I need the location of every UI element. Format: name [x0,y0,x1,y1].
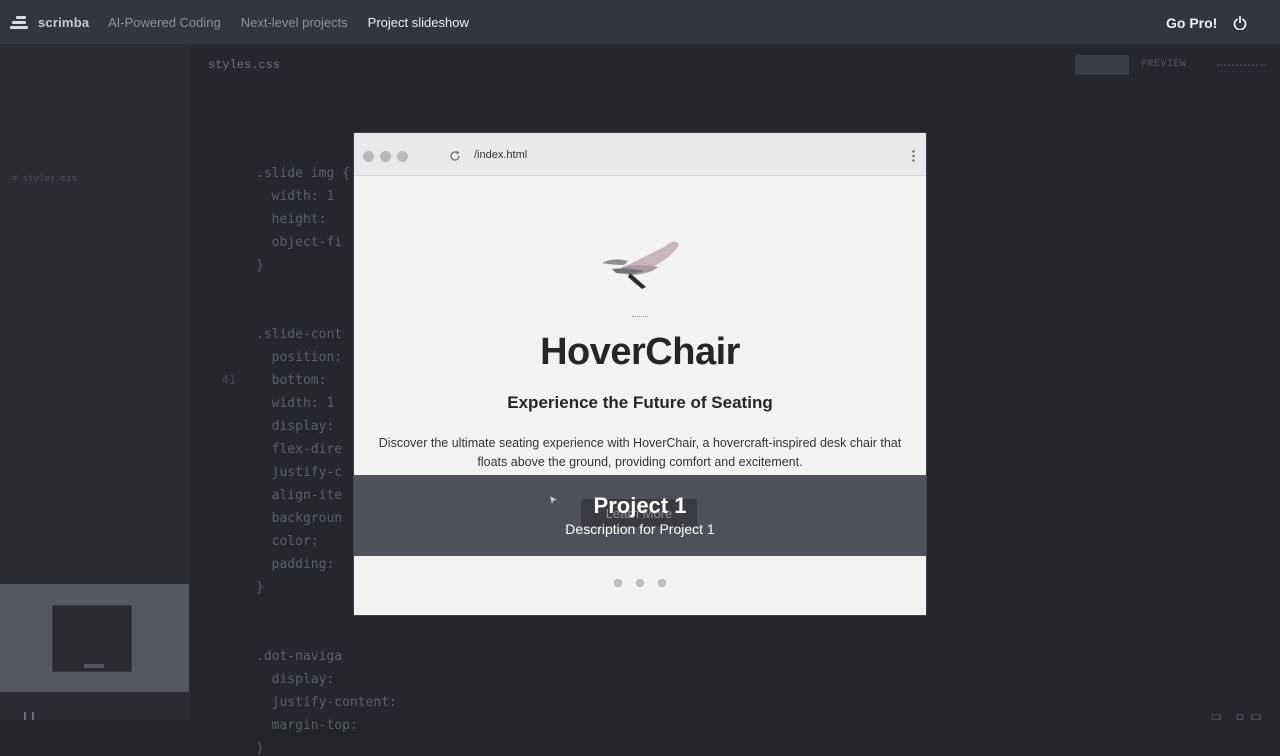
slide-content-overlay: Learn More Project 1 Description for Pro… [354,475,926,556]
more-options-icon[interactable] [912,150,915,162]
code-line[interactable]: } [256,258,264,273]
dot-navigation [354,574,926,587]
code-line[interactable]: flex-dire [256,442,342,457]
bottom-toolbar-icons [1212,714,1261,720]
brand-name: scrimba [38,14,90,30]
reload-icon[interactable] [449,150,461,162]
power-icon[interactable] [1233,16,1247,30]
code-line[interactable]: margin-top: [256,718,366,733]
code-line[interactable]: backgroun [256,511,342,526]
code-line[interactable]: } [256,741,264,756]
mouse-cursor-icon [550,496,557,504]
line-number: 41 [221,373,236,387]
tab-styles-css[interactable]: styles.css [208,58,280,72]
code-line[interactable]: bottom: [256,373,334,388]
code-line[interactable]: display: [256,419,342,434]
breadcrumb-module[interactable]: Next-level projects [241,15,348,30]
top-navigation-bar: scrimba AI-Powered Coding Next-level pro… [0,0,1280,44]
nav-dot-2[interactable] [636,579,644,587]
code-line[interactable]: object-fi [256,235,342,250]
webcam-bar [84,664,104,668]
scrimba-logo[interactable]: scrimba [10,14,96,30]
code-line[interactable]: .slide-cont [256,327,342,342]
go-pro-button[interactable]: Go Pro! [1166,15,1217,31]
tab-preview[interactable]: PREVIEW [1141,59,1187,70]
code-line[interactable]: align-ite [256,488,342,503]
preview-toggle[interactable] [1075,55,1129,75]
nav-dot-3[interactable] [658,579,667,587]
code-line[interactable]: justify-c [256,465,342,480]
project-description: Description for Project 1 [565,521,715,537]
window-close-dot[interactable] [363,151,374,162]
code-line[interactable]: height: [256,212,334,227]
code-line[interactable]: color: [256,534,326,549]
code-line[interactable]: justify-content: [256,695,405,710]
code-line[interactable]: padding: [256,557,342,572]
project-title: Project 1 [593,493,687,518]
scrimba-logo-icon [10,14,30,30]
code-line[interactable]: width: 1 [256,189,335,204]
browser-toolbar: /index.html [354,133,926,176]
window-minimize-dot[interactable] [380,151,391,162]
hero-title: HoverChair [540,331,740,373]
toolbar-more[interactable] [1217,64,1265,66]
preview-browser-window: /index.html HoverChair Experience the Fu… [354,133,926,615]
sidebar-item-styles[interactable]: # styles.css [12,174,77,184]
webcam-thumbnail[interactable] [0,584,189,692]
hero-description: Discover the ultimate seating experience… [378,436,902,469]
webcam-frame [52,605,132,672]
hoverchair-image [602,241,679,289]
sidebar-toggle-icon[interactable] [24,712,34,720]
address-bar[interactable]: /index.html [474,149,527,161]
hero-subtitle: Experience the Future of Seating [507,393,773,412]
code-line[interactable]: } [256,580,264,595]
decorative-dots [632,316,648,317]
code-line[interactable]: position: [256,350,342,365]
breadcrumb-lesson[interactable]: Project slideshow [368,15,469,30]
window-maximize-dot[interactable] [397,151,408,162]
code-line[interactable]: display: [256,672,342,687]
code-line[interactable]: .dot-naviga [256,649,342,664]
code-line[interactable]: .slide img { [256,166,350,181]
breadcrumb-course[interactable]: AI-Powered Coding [108,15,221,30]
nav-dot-1[interactable] [613,579,622,587]
code-line[interactable]: width: 1 [256,396,335,411]
